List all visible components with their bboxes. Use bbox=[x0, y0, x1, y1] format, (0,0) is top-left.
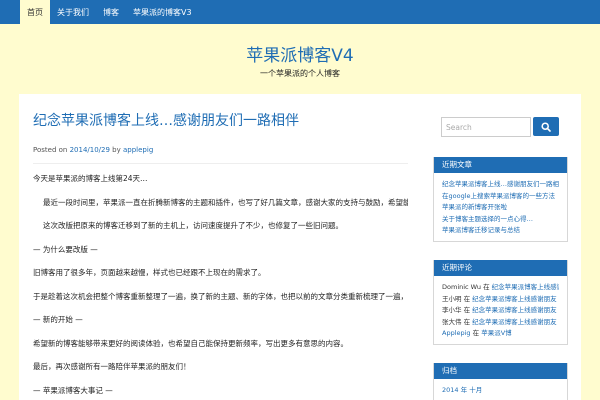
post-body: 今天是苹果派的博客上线第24天… 最近一段时间里，苹果派一直在折腾新博客的主题和… bbox=[33, 173, 408, 400]
comment-author: 王小明 bbox=[442, 294, 462, 303]
comment-sep: 在 bbox=[463, 317, 471, 326]
archive-sep: 年 bbox=[460, 386, 468, 394]
search-input[interactable] bbox=[441, 117, 531, 137]
comment-sep: 在 bbox=[463, 306, 471, 314]
post-section-heading: — 新的开始 — bbox=[33, 315, 83, 324]
recent-post-link[interactable]: 苹果派博客迁移记录与总结 bbox=[442, 225, 559, 237]
recent-post-link[interactable]: 关于博客主题选择的一点心得… bbox=[442, 214, 559, 226]
comment-post-link[interactable]: 苹果派V博 bbox=[481, 329, 511, 337]
post-meta-by: by bbox=[112, 146, 121, 154]
comment-item: 王小明 在 纪念苹果派博客上线感谢朋友 bbox=[442, 294, 559, 306]
search-form bbox=[441, 117, 559, 137]
nav-item-blog[interactable]: 博客 bbox=[96, 0, 126, 24]
post-paragraph: 今天是苹果派的博客上线第24天… bbox=[33, 174, 148, 183]
post-paragraph: 于是趁着这次机会把整个博客重新整理了一遍，换了新的主题、新的字体，也把以前的文章… bbox=[33, 291, 408, 301]
post-meta-prefix: Posted on bbox=[33, 146, 68, 154]
post-paragraph: 最近一段时间里，苹果派一直在折腾新博客的主题和插件，也写了好几篇文章，感谢大家的… bbox=[43, 197, 408, 207]
archive-link[interactable]: 2014 年 十月 bbox=[442, 385, 559, 397]
search-button[interactable] bbox=[533, 117, 559, 136]
post-meta: Posted on 2014/10/29 by applepig bbox=[33, 146, 408, 164]
widget-recent-comments-title: 近期评论 bbox=[434, 260, 567, 276]
archives-list: 2014 年 十月 bbox=[434, 379, 567, 400]
comment-author: 李小华 bbox=[442, 306, 462, 314]
widget-recent-posts: 近期文章 纪念苹果派博客上线…感谢朋友们一路相伴 在google上搜索苹果派博客… bbox=[433, 157, 568, 242]
site-description: 一个苹果派的个人博客 bbox=[260, 69, 340, 78]
post-paragraph: 最后，再次感谢所有一路陪伴苹果派的朋友们！ bbox=[33, 362, 191, 371]
nav-item-blog-v3[interactable]: 苹果派的博客V3 bbox=[126, 0, 199, 24]
recent-post-link[interactable]: 苹果派的新博客开张啦 bbox=[442, 202, 559, 214]
post-paragraph: 这次改版把原来的博客迁移到了新的主机上，访问速度提升了不少，也修复了一些旧问题。 bbox=[43, 221, 343, 230]
comment-post-link[interactable]: 纪念苹果派博客上线感谢朋友们 bbox=[492, 283, 559, 291]
post-paragraph: 旧博客用了很多年，页面越来越慢，样式也已经跟不上现在的需求了。 bbox=[33, 268, 266, 277]
recent-post-link[interactable]: 纪念苹果派博客上线…感谢朋友们一路相伴 bbox=[442, 179, 559, 191]
comment-sep: 在 bbox=[472, 329, 480, 337]
archive-month: 十月 bbox=[469, 386, 483, 394]
site-title[interactable]: 苹果派博客V4 bbox=[0, 41, 600, 66]
comment-sep: 在 bbox=[483, 283, 490, 291]
nav-item-home[interactable]: 首页 bbox=[20, 0, 50, 24]
comment-post-link[interactable]: 纪念苹果派博客上线感谢朋友 bbox=[472, 306, 557, 314]
comment-item: 李小华 在 纪念苹果派博客上线感谢朋友 bbox=[442, 305, 559, 317]
post-section-heading: — 苹果派博客大事记 — bbox=[33, 385, 113, 395]
comment-sep: 在 bbox=[463, 294, 471, 303]
post-section-heading: — 为什么要改版 — bbox=[33, 244, 98, 254]
recent-comments-list: Dominic Wu 在 纪念苹果派博客上线感谢朋友们 王小明 在 纪念苹果派博… bbox=[434, 276, 567, 344]
post-paragraph: 希望新的博客能够带来更好的阅读体验，也希望自己能保持更新频率，写出更多有意思的内… bbox=[33, 338, 348, 348]
widget-recent-posts-title: 近期文章 bbox=[434, 157, 567, 173]
comment-item: Dominic Wu 在 纪念苹果派博客上线感谢朋友们 bbox=[442, 282, 559, 294]
widget-archives: 归档 2014 年 十月 bbox=[433, 363, 568, 400]
post-author-link[interactable]: applepig bbox=[123, 146, 153, 154]
widget-recent-comments: 近期评论 Dominic Wu 在 纪念苹果派博客上线感谢朋友们 王小明 在 纪… bbox=[433, 260, 568, 345]
post-title[interactable]: 纪念苹果派博客上线…感谢朋友们一路相伴 bbox=[33, 112, 408, 130]
top-nav: 首页 关于我们 博客 苹果派的博客V3 bbox=[0, 0, 600, 24]
comment-post-link[interactable]: 纪念苹果派博客上线感谢朋友 bbox=[472, 318, 557, 326]
post: 纪念苹果派博客上线…感谢朋友们一路相伴 Posted on 2014/10/29… bbox=[33, 112, 408, 400]
nav-item-about[interactable]: 关于我们 bbox=[50, 0, 96, 24]
comment-item: 张大伟 在 纪念苹果派博客上线感谢朋友 bbox=[442, 317, 559, 329]
comment-author: Dominic Wu bbox=[442, 283, 481, 291]
comment-item: Applepig 在 苹果派V博 bbox=[442, 328, 559, 340]
recent-post-link[interactable]: 在google上搜索苹果派博客的一些方法 bbox=[442, 191, 559, 203]
comment-author: 张大伟 bbox=[442, 317, 462, 326]
widget-archives-title: 归档 bbox=[434, 363, 567, 379]
post-date-link[interactable]: 2014/10/29 bbox=[70, 146, 110, 154]
content-card: 纪念苹果派博客上线…感谢朋友们一路相伴 Posted on 2014/10/29… bbox=[19, 94, 581, 400]
archive-year: 2014 bbox=[442, 386, 459, 394]
recent-posts-list: 纪念苹果派博客上线…感谢朋友们一路相伴 在google上搜索苹果派博客的一些方法… bbox=[434, 173, 567, 241]
comment-post-link[interactable]: 纪念苹果派博客上线感谢朋友 bbox=[472, 295, 557, 303]
search-icon bbox=[541, 121, 551, 132]
comment-author-link[interactable]: Applepig bbox=[442, 329, 471, 337]
